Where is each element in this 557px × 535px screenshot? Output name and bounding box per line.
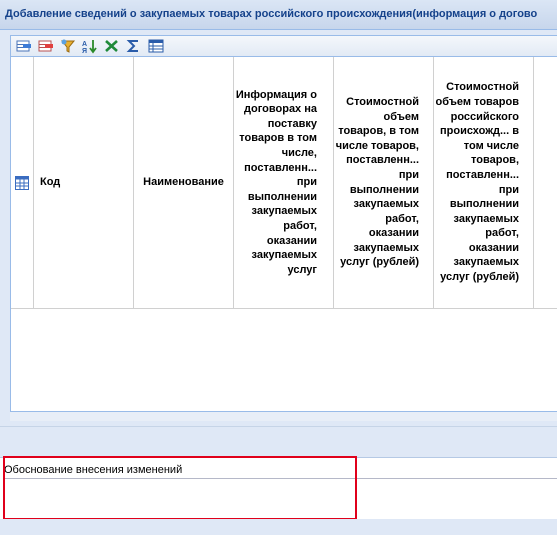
goods-grid: Код Наименование Информация о договорах … bbox=[10, 57, 557, 411]
highlight-frame bbox=[3, 456, 357, 520]
columns-button[interactable] bbox=[147, 38, 165, 54]
grid-toolbar: A Я bbox=[10, 35, 557, 57]
column-header-selector[interactable] bbox=[11, 57, 34, 309]
sum-button[interactable] bbox=[125, 38, 143, 54]
add-row-button[interactable] bbox=[15, 38, 33, 54]
columns-icon bbox=[148, 39, 164, 53]
column-header-contracts-info-label: Информация о договорах на поставку товар… bbox=[235, 88, 317, 276]
window-title: Добавление сведений о закупаемых товарах… bbox=[5, 8, 538, 20]
column-header-overflow bbox=[534, 57, 557, 309]
column-header-code[interactable]: Код bbox=[34, 57, 134, 309]
sum-icon bbox=[126, 40, 138, 52]
sort-button[interactable]: A Я bbox=[81, 38, 99, 55]
column-header-contracts-info[interactable]: Информация о договорах на поставку товар… bbox=[234, 57, 334, 309]
dialog-window: Добавление сведений о закупаемых товарах… bbox=[0, 0, 557, 535]
column-header-name[interactable]: Наименование bbox=[134, 57, 234, 309]
filter-icon bbox=[60, 39, 76, 53]
excel-export-button[interactable] bbox=[103, 38, 121, 54]
filter-button[interactable] bbox=[59, 38, 77, 54]
column-header-name-label: Наименование bbox=[143, 176, 224, 189]
excel-icon bbox=[105, 40, 118, 52]
add-row-icon bbox=[16, 40, 31, 52]
sort-icon: A Я bbox=[82, 40, 97, 55]
column-header-russian-goods-cost-label: Стоимостной объем товаров российского пр… bbox=[435, 81, 519, 284]
column-header-goods-cost[interactable]: Стоимостной объем товаров, в том числе т… bbox=[334, 57, 434, 309]
column-header-code-label: Код bbox=[40, 176, 61, 189]
column-header-russian-goods-cost[interactable]: Стоимостной объем товаров российского пр… bbox=[434, 57, 534, 309]
delete-row-icon bbox=[38, 40, 53, 52]
grid-footer bbox=[10, 411, 557, 421]
svg-text:A: A bbox=[82, 41, 87, 48]
svg-text:Я: Я bbox=[82, 48, 87, 54]
column-header-goods-cost-label: Стоимостной объем товаров, в том числе т… bbox=[335, 95, 419, 269]
delete-row-button[interactable] bbox=[37, 38, 55, 54]
panel-separator bbox=[0, 426, 557, 454]
window-titlebar: Добавление сведений о закупаемых товарах… bbox=[0, 0, 557, 30]
grid-icon bbox=[15, 175, 29, 190]
bottom-strip bbox=[0, 519, 557, 535]
